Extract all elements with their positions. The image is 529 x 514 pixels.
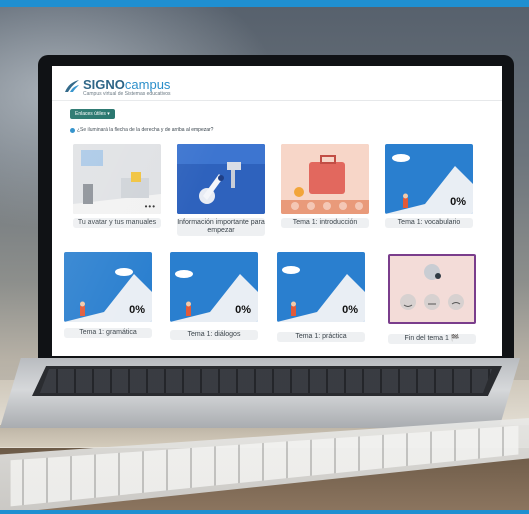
tile-caption[interactable]: Tema 1: vocabulario (385, 218, 473, 228)
site-header: SIGNOcampus Campus virtual de Sistemas e… (52, 66, 502, 101)
course-tile-info[interactable] (177, 144, 265, 214)
course-tile-grammar[interactable]: 0% (64, 252, 152, 322)
signo-logo-icon (65, 80, 79, 92)
tile-caption[interactable]: Tema 1: introducción (281, 218, 369, 228)
feedback-faces-illustration (390, 256, 474, 322)
course-tile-avatar[interactable]: ••• (73, 144, 161, 214)
rocket-illustration (177, 144, 265, 214)
suitcase-illustration (281, 144, 369, 214)
progress-percent: 0% (342, 304, 358, 316)
course-tile-practice[interactable]: 0% (277, 252, 365, 322)
laptop-keys (40, 369, 492, 393)
brand-name: SIGNOcampus (83, 78, 170, 91)
tile-caption[interactable]: Tema 1: práctica (277, 332, 365, 342)
tile-caption[interactable]: Fin del tema 1 🏁 (388, 334, 476, 344)
laptop-screen: SIGNOcampus Campus virtual de Sistemas e… (52, 66, 502, 356)
info-icon (70, 128, 75, 133)
progress-percent: 0% (450, 196, 466, 208)
tile-caption[interactable]: Información importante para empezar (177, 218, 265, 236)
course-tile-introduction[interactable] (281, 144, 369, 214)
progress-percent: 0% (129, 304, 145, 316)
brand-tagline: Campus virtual de Sistemas educativos (83, 91, 171, 97)
course-tile-vocabulary[interactable]: 0% (385, 144, 473, 214)
notice-text: ¿Se iluminará la flecha de la derecha y … (77, 127, 214, 133)
progress-percent: 0% (235, 304, 251, 316)
photo-background: SIGNOcampus Campus virtual de Sistemas e… (0, 0, 529, 514)
brand-name-part1: SIGNO (83, 77, 125, 92)
top-accent-bar (0, 0, 529, 7)
useful-links-dropdown[interactable]: Enlaces útiles ▾ (70, 109, 115, 119)
course-tile-dialogues[interactable]: 0% (170, 252, 258, 322)
tile-caption[interactable]: Tema 1: diálogos (170, 330, 258, 340)
bottom-accent-bar (0, 510, 529, 514)
tile-caption[interactable]: Tu avatar y tus manuales (73, 218, 161, 228)
brand-name-part2: campus (124, 77, 171, 92)
tile-caption[interactable]: Tema 1: gramática (64, 328, 152, 338)
course-tile-end[interactable] (388, 254, 476, 324)
tile-menu-dots[interactable]: ••• (145, 202, 156, 211)
